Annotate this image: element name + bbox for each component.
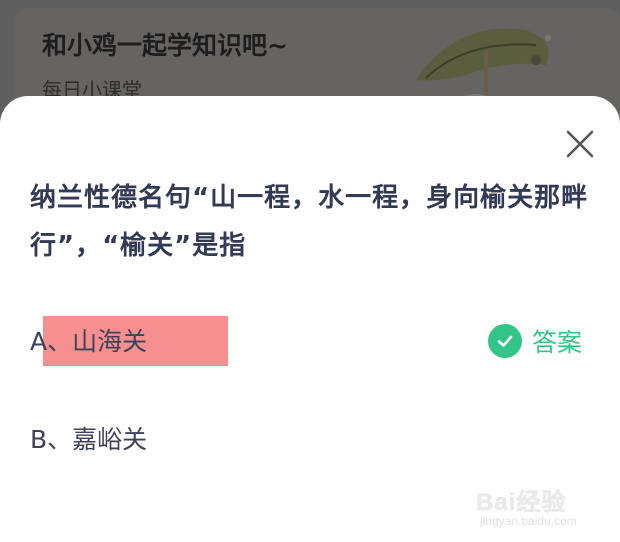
option-a[interactable]: A、山海关 答案	[0, 310, 620, 370]
answer-badge[interactable]: 答案	[488, 321, 582, 361]
check-circle-icon	[488, 324, 522, 358]
answer-label: 答案	[532, 328, 583, 357]
option-b[interactable]: B、嘉峪关	[0, 408, 620, 468]
watermark-logo: Bai经验	[476, 489, 567, 516]
baidu-jingyan-watermark: Bai经验 jingyan.baidu.com	[476, 478, 616, 538]
close-icon[interactable]	[560, 124, 600, 164]
background-title: 和小鸡一起学知识吧~	[42, 31, 288, 60]
question-text: 纳兰性德名句“山一程，水一程，身向榆关那畔行”，“榆关”是指	[30, 183, 589, 261]
watermark-url: jingyan.baidu.com	[480, 514, 577, 528]
option-a-label: A、山海关	[30, 327, 148, 356]
option-b-label: B、嘉峪关	[30, 425, 148, 454]
